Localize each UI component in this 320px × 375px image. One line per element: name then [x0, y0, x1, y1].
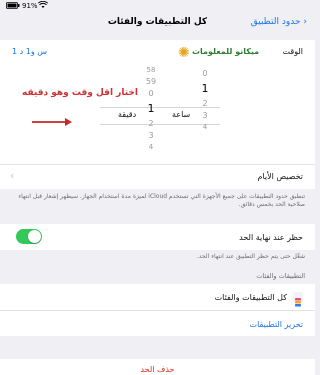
- watermark-text: ميكانو للمعلومات: [192, 47, 260, 56]
- minutes-column[interactable]: 58 59 0 1 2 3 4: [142, 66, 160, 151]
- battery-icon: [6, 2, 20, 11]
- block-limit-row: حظر عند نهاية الحد: [0, 224, 315, 250]
- edit-apps-link[interactable]: تحرير التطبيقات: [250, 320, 303, 329]
- picker-value: 0: [148, 89, 154, 98]
- apps-card: كل التطبيقات والفئات تحرير التطبيقات: [0, 284, 315, 336]
- wifi-icon: [37, 0, 49, 11]
- block-limit-toggle[interactable]: [16, 229, 42, 244]
- picker-value: 2: [148, 119, 154, 128]
- minutes-selected: 1: [147, 102, 155, 115]
- picker-value: 3: [202, 111, 208, 120]
- time-picker[interactable]: 58 59 0 1 2 3 4 دقيقة 0 1 2 3 4 ساعة: [100, 66, 220, 162]
- chevron-right-icon: ›: [303, 17, 307, 27]
- back-button-label: حدود التطبيق: [250, 17, 301, 27]
- apps-row[interactable]: كل التطبيقات والفئات: [0, 284, 315, 310]
- watermark-logo: ✺ ميكانو للمعلومات: [178, 43, 270, 65]
- arrow-right-icon: [32, 111, 72, 130]
- apps-row-label: كل التطبيقات والفئات: [214, 293, 287, 302]
- status-bar: 91%: [0, 0, 315, 12]
- time-picker-card: الوقت 1 س و1 د ✺ ميكانو للمعلومات اختار …: [0, 40, 315, 164]
- section-header: التطبيقات والفئات: [256, 272, 305, 280]
- lightbulb-icon: ✺: [178, 45, 190, 61]
- delete-limit-button[interactable]: حذف الحد: [0, 365, 315, 374]
- time-value[interactable]: 1 س و1 د: [12, 47, 47, 56]
- customize-days-row[interactable]: تخصيص الأيام ‹: [0, 164, 315, 189]
- hours-selected: 1: [201, 82, 209, 95]
- chevron-left-icon: ‹: [10, 169, 15, 182]
- time-label: الوقت: [282, 47, 303, 56]
- layers-icon: [293, 292, 303, 307]
- block-limit-label: حظر عند نهاية الحد: [239, 233, 303, 242]
- navigation-bar: كل التطبيقات والفئات حدود التطبيق ›: [0, 12, 315, 34]
- toggle-knob: [28, 230, 41, 243]
- back-button[interactable]: حدود التطبيق ›: [251, 17, 307, 27]
- battery-percent: 91%: [22, 2, 38, 10]
- picker-value: 3: [148, 131, 154, 140]
- picker-value: 58: [146, 66, 156, 74]
- picker-value: 59: [145, 77, 157, 86]
- picker-value: 4: [202, 123, 208, 131]
- edit-apps-row[interactable]: تحرير التطبيقات: [0, 310, 315, 337]
- picker-value: 4: [148, 143, 154, 151]
- hours-unit: ساعة: [172, 110, 191, 119]
- picker-value: 2: [202, 99, 208, 108]
- hours-column[interactable]: 0 1 2 3 4: [196, 66, 214, 131]
- delete-limit-row[interactable]: حذف الحد: [0, 359, 315, 375]
- footnote-icloud: تنطبق حدود التطبيقات على جميع الأجهزة ال…: [18, 193, 305, 208]
- footnote-block: شغّل حتى يتم حظر التطبيق عند انتهاء الحد…: [196, 253, 305, 260]
- picker-value: 0: [202, 69, 208, 78]
- customize-days-label: تخصيص الأيام: [257, 172, 304, 181]
- minutes-unit: دقيقة: [118, 110, 137, 119]
